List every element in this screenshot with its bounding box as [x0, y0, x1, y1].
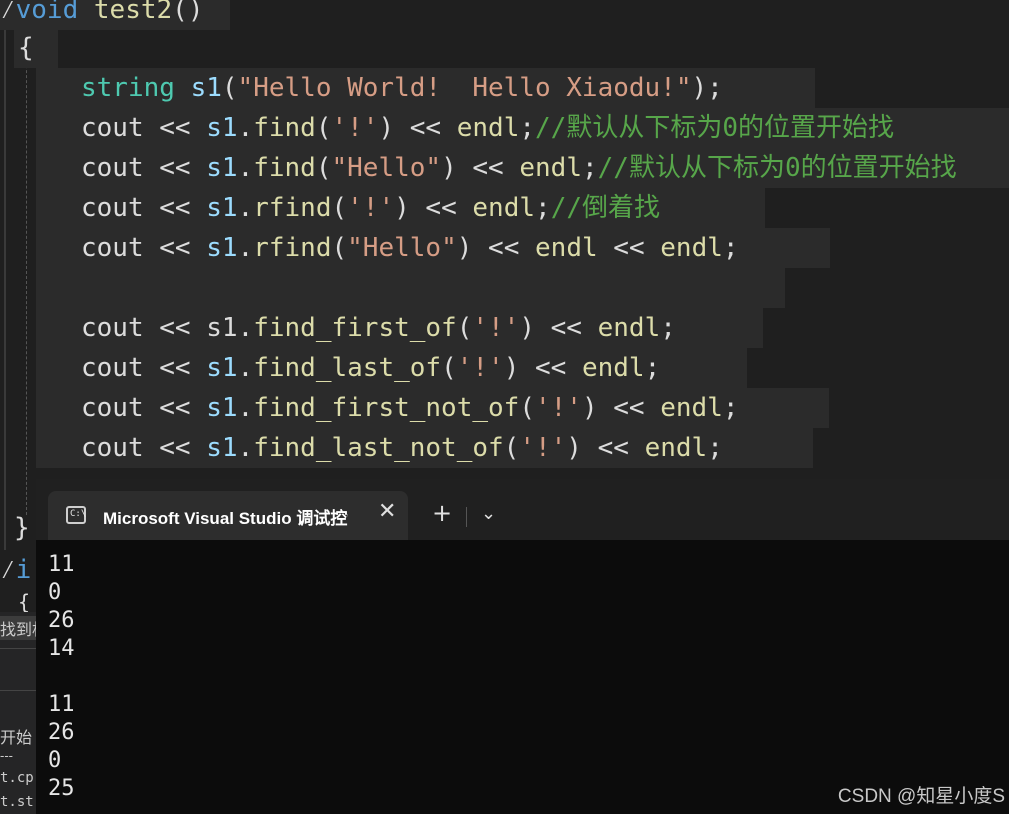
comment: //默认从下标为0的位置开始找: [535, 113, 894, 143]
code-line-close-brace[interactable]: }: [14, 508, 38, 548]
code-line-5[interactable]: cout << s1.rfind("Hello") << endl << end…: [36, 228, 830, 268]
code-line-blank[interactable]: [36, 268, 785, 308]
comment: //默认从下标为0的位置开始找: [597, 153, 957, 183]
code-line-6[interactable]: cout << s1.find_first_of('!') << endl;: [36, 308, 763, 348]
code-line-function-decl[interactable]: ⁄void test2(): [0, 0, 230, 30]
side-divider: [0, 648, 36, 649]
close-icon[interactable]: ✕: [378, 499, 396, 524]
side-output-panel[interactable]: 找到相 开始 --- t.cp t.st: [0, 612, 36, 814]
output-line: 0: [48, 580, 62, 605]
terminal-tab[interactable]: C:\ Microsoft Visual Studio 调试控制台 ✕: [48, 491, 408, 540]
comment: //倒着找: [550, 193, 660, 223]
new-tab-button[interactable]: +: [432, 499, 452, 527]
side-text-5: t.st: [0, 794, 34, 810]
tab-divider: [466, 507, 467, 527]
gutter-bar: [4, 30, 6, 550]
debug-console-window[interactable]: C:\ Microsoft Visual Studio 调试控制台 ✕ + ⌄ …: [36, 479, 1009, 814]
output-line: 26: [48, 608, 75, 633]
side-text-1: 找到相: [0, 616, 36, 640]
function-name: test2: [93, 0, 173, 25]
output-line: 25: [48, 776, 75, 801]
keyword-void: void: [15, 0, 79, 25]
terminal-titlebar[interactable]: C:\ Microsoft Visual Studio 调试控制台 ✕ + ⌄: [36, 479, 1009, 540]
output-line: 14: [48, 636, 75, 661]
side-text-4: t.cp: [0, 770, 34, 786]
code-line-4[interactable]: cout << s1.rfind('!') << endl;//倒着找: [36, 188, 765, 228]
side-divider: [0, 690, 36, 691]
output-line: 11: [48, 692, 75, 717]
watermark: CSDN @知星小度S: [837, 786, 1005, 807]
code-line-2[interactable]: cout << s1.find('!') << endl;//默认从下标为0的位…: [36, 108, 1009, 148]
terminal-icon: C:\: [66, 506, 86, 524]
tab-title: Microsoft Visual Studio 调试控制台: [103, 509, 348, 528]
side-text-3: ---: [0, 748, 13, 763]
code-line-3[interactable]: cout << s1.find("Hello") << endl;//默认从下标…: [36, 148, 1009, 188]
terminal-output: 11 0 26 14 11 26 0 25: [48, 551, 75, 803]
output-line: 0: [48, 748, 62, 773]
side-text-2: 开始: [0, 730, 33, 747]
output-line: 26: [48, 720, 75, 745]
output-line: 11: [48, 552, 75, 577]
code-line-open-brace[interactable]: {: [14, 28, 58, 68]
indent-guide: [26, 45, 27, 515]
code-line-1[interactable]: string s1("Hello World! Hello Xiaodu!");: [36, 68, 815, 108]
code-line-9[interactable]: cout << s1.find_last_not_of('!') << endl…: [36, 428, 813, 468]
chevron-down-icon[interactable]: ⌄: [481, 503, 496, 524]
code-line-8[interactable]: cout << s1.find_first_not_of('!') << end…: [36, 388, 829, 428]
code-line-7[interactable]: cout << s1.find_last_of('!') << endl;: [36, 348, 747, 388]
